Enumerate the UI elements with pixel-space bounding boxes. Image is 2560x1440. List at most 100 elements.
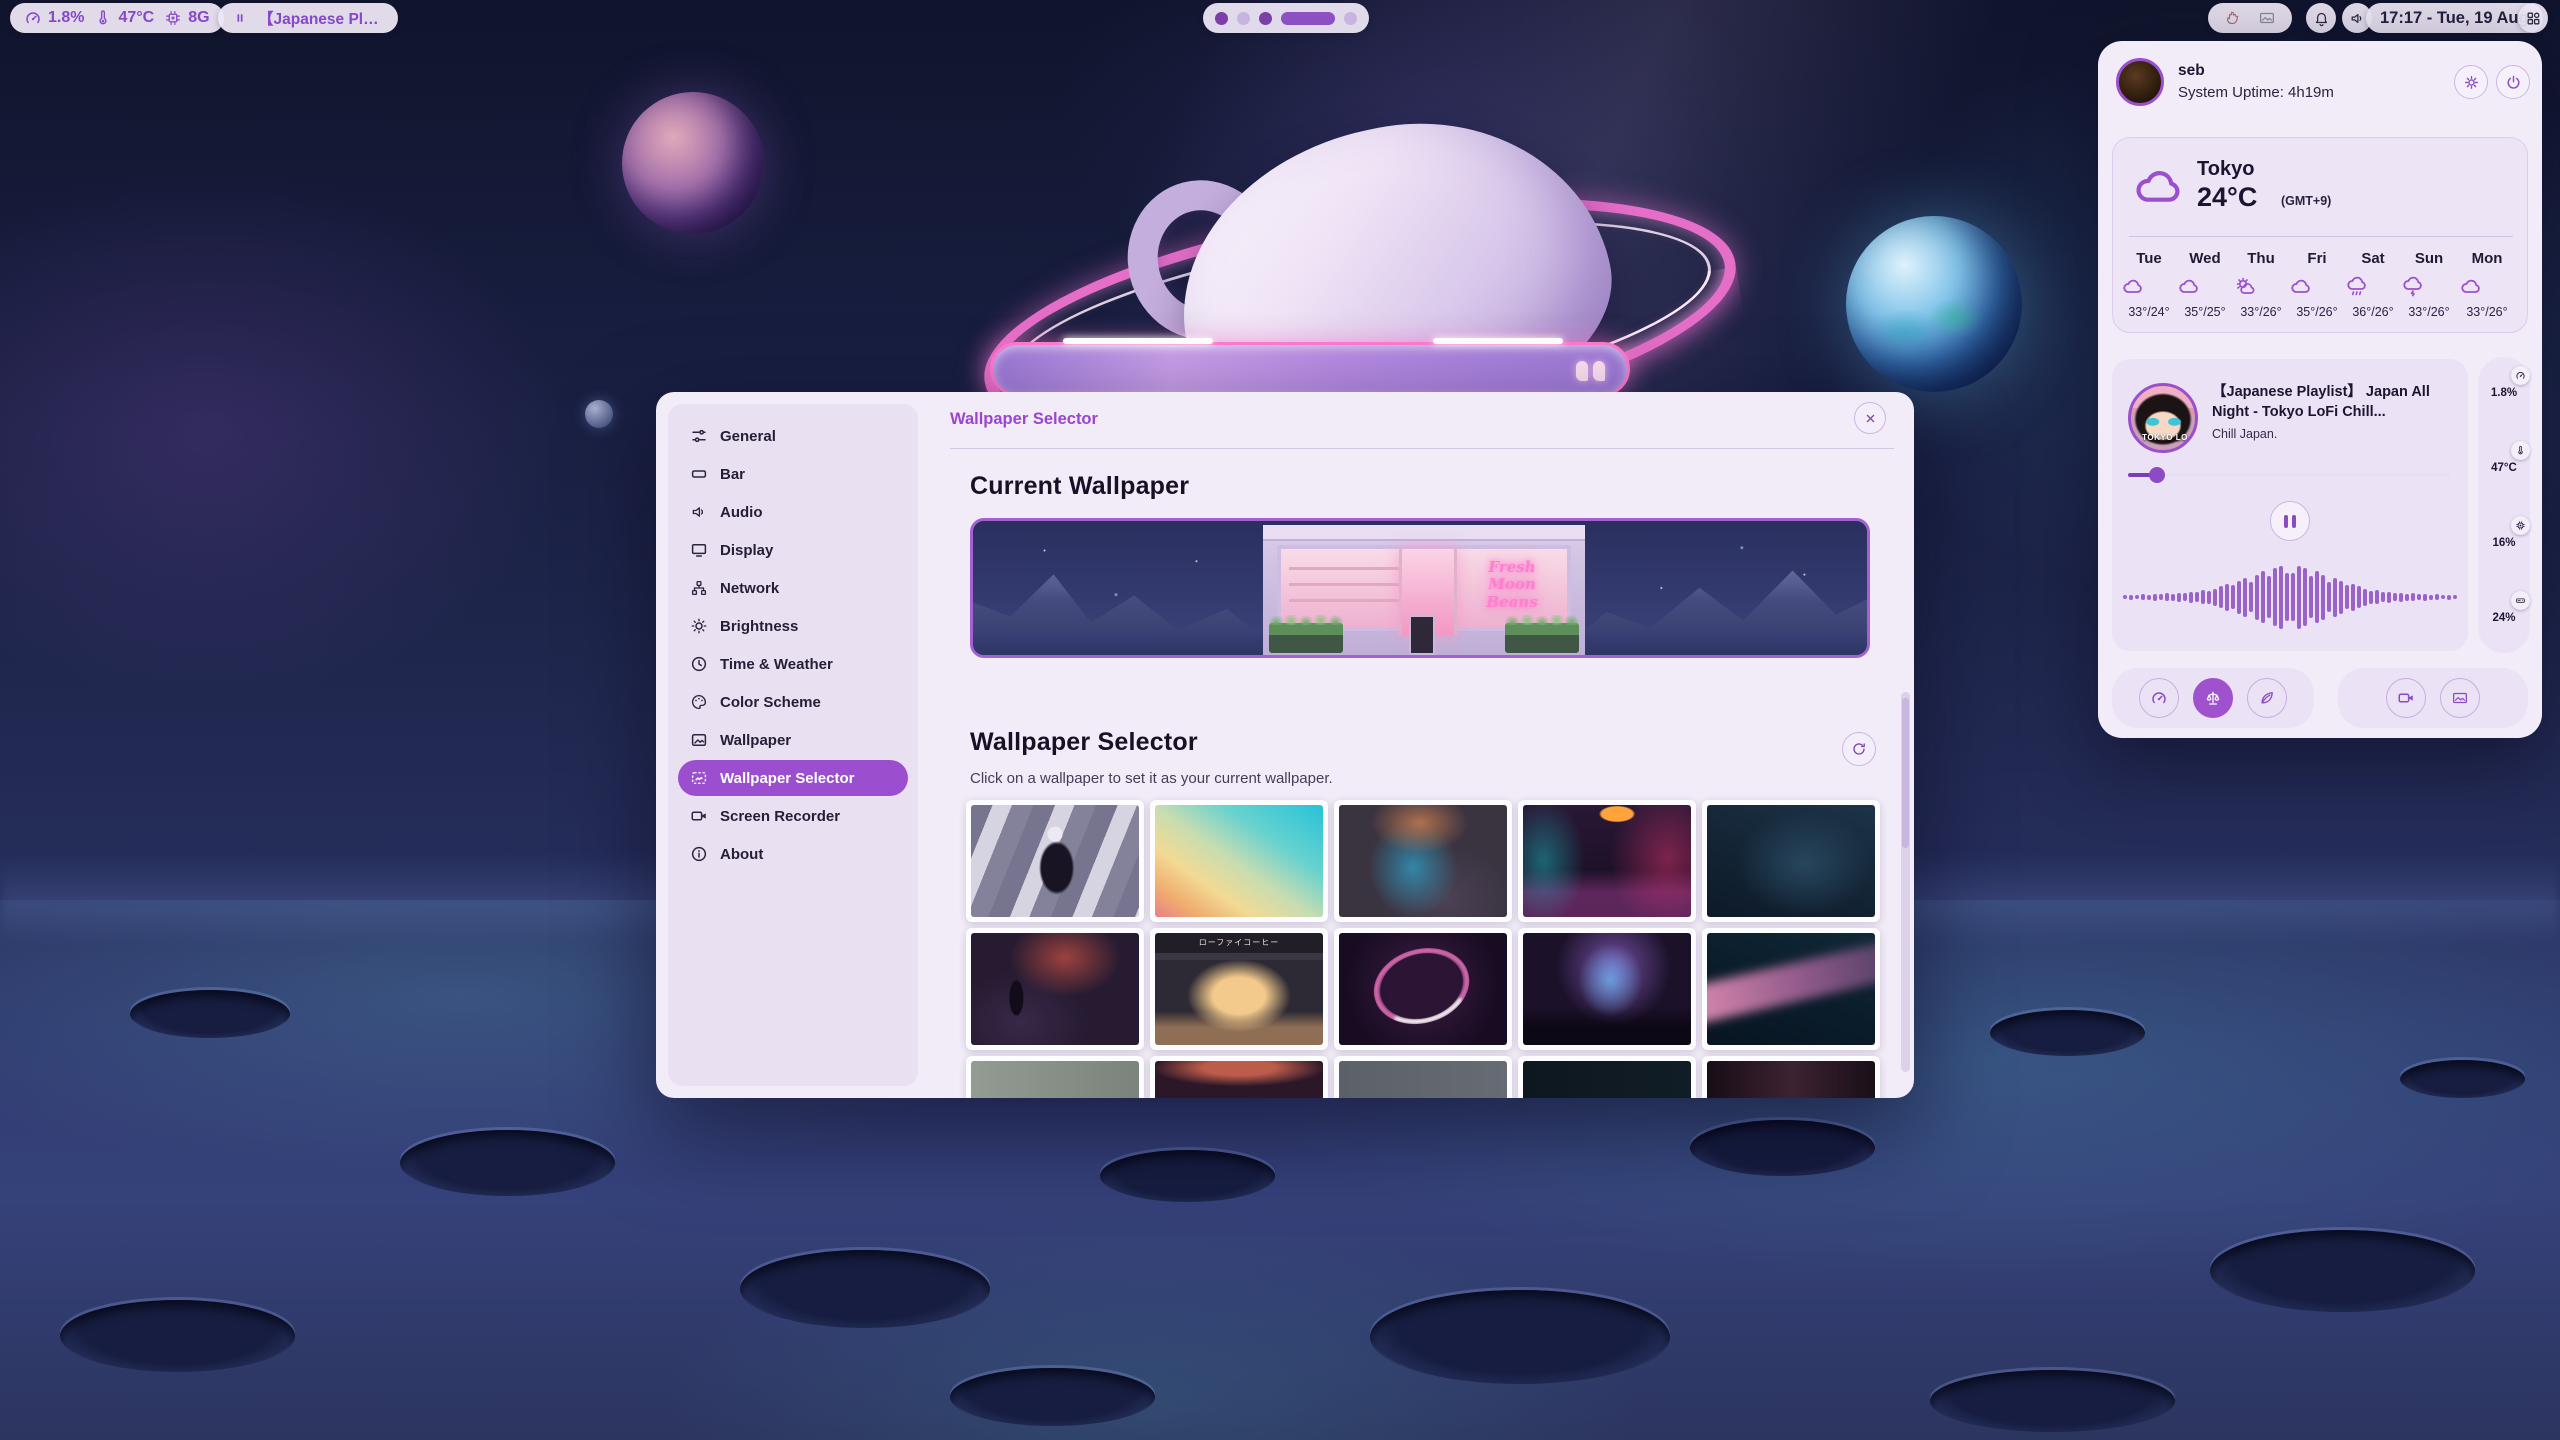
sidebar-item-label: General [720, 428, 776, 445]
sidebar-item-display[interactable]: Display [678, 532, 908, 568]
selector-subtitle: Click on a wallpaper to set it as your c… [970, 770, 1333, 787]
cafe-header [1263, 525, 1585, 541]
temperature-stat: 47°C [94, 9, 154, 27]
track-title: 【Japanese Playlist】 Japan All Night - To… [2212, 383, 2456, 422]
power-saver-profile-button[interactable] [2247, 678, 2287, 718]
seek-slider[interactable] [2128, 473, 2450, 477]
sidebar-item-wallpaper[interactable]: Wallpaper [678, 722, 908, 758]
settings-button[interactable] [2454, 65, 2488, 99]
performance-profile-button[interactable] [2139, 678, 2179, 718]
sidebar-item-about[interactable]: About [678, 836, 908, 872]
cpu-usage-value: 1.8% [48, 9, 84, 27]
forecast-day: Tue33°/24° [2121, 250, 2177, 319]
neon-sign-frame [990, 342, 1630, 396]
sidebar-item-label: Bar [720, 466, 745, 483]
wallpaper-thumbnail-14[interactable] [1518, 1056, 1696, 1098]
temperature-value: 47°C [118, 9, 154, 27]
wallpaper-thumbnail-15[interactable] [1702, 1056, 1880, 1098]
sidebar-item-label: Color Scheme [720, 694, 821, 711]
wallpaper-thumbnail-5[interactable] [1702, 800, 1880, 922]
screenshot-button[interactable] [2440, 678, 2480, 718]
wallpaper-thumbnail-11[interactable] [966, 1056, 1144, 1098]
sidebar-item-label: Network [720, 580, 779, 597]
power-button[interactable] [2496, 65, 2530, 99]
thermometer-icon [2511, 441, 2530, 460]
cloud-icon [2121, 275, 2145, 299]
seek-thumb[interactable] [2149, 467, 2165, 483]
cloud-icon [2289, 275, 2313, 299]
recorder-icon [690, 807, 708, 825]
balanced-profile-button[interactable] [2193, 678, 2233, 718]
tray-app-icon[interactable] [2224, 9, 2242, 27]
scrollbar-thumb[interactable] [1902, 698, 1909, 848]
neon-sign-text: Fresh Moon Beans [1471, 559, 1553, 611]
tray-screenshot-icon[interactable] [2258, 9, 2276, 27]
sidebar-item-bar[interactable]: Bar [678, 456, 908, 492]
close-icon [1863, 411, 1878, 426]
wallpaper-thumbnail-7[interactable]: ローファイコーヒー [1150, 928, 1328, 1050]
weather-temperature: 24°C [2197, 182, 2257, 213]
side-panel: seb System Uptime: 4h19m Tokyo 24°C (GMT… [2098, 41, 2542, 738]
brightness-icon [690, 617, 708, 635]
audio-icon [690, 503, 708, 521]
sidebar-item-label: Wallpaper Selector [720, 770, 855, 787]
selector-heading: Wallpaper Selector [970, 728, 1198, 757]
wallpaper-thumbnail-8[interactable] [1334, 928, 1512, 1050]
memory-ring: 16% [2482, 521, 2526, 565]
wallpaper-thumbnail-3[interactable] [1334, 800, 1512, 922]
image-icon [690, 731, 708, 749]
wallpaper-thumbnail-12[interactable] [1150, 1056, 1328, 1098]
image-icon [2451, 689, 2469, 707]
forecast-day: Wed35°/25° [2177, 250, 2233, 319]
cloud-icon [2177, 275, 2201, 299]
sidebar-item-color-scheme[interactable]: Color Scheme [678, 684, 908, 720]
wallpaper-thumbnail-1[interactable] [966, 800, 1144, 922]
sidebar-item-label: Screen Recorder [720, 808, 840, 825]
sidebar-item-network[interactable]: Network [678, 570, 908, 606]
album-art: TOKYO LO [2128, 383, 2198, 453]
pause-icon [2284, 515, 2296, 528]
wallpaper-thumbnail-10[interactable] [1702, 928, 1880, 1050]
forecast-day: Thu33°/26° [2233, 250, 2289, 319]
cpu-usage-ring: 1.8% [2482, 371, 2526, 415]
quick-actions [2338, 668, 2528, 728]
wallpaper-thumbnail-4[interactable] [1518, 800, 1696, 922]
wallpaper-thumbnail-6[interactable] [966, 928, 1144, 1050]
weather-cloud-icon [2131, 160, 2187, 216]
disk-icon [2511, 591, 2530, 610]
play-pause-button[interactable] [2270, 501, 2310, 541]
sun-cloud-icon [2233, 275, 2257, 299]
sidebar-item-time-weather[interactable]: Time & Weather [678, 646, 908, 682]
small-moon [585, 400, 613, 428]
wallpaper-thumbnail-13[interactable] [1334, 1056, 1512, 1098]
notifications-button[interactable] [2306, 3, 2336, 33]
display-icon [690, 541, 708, 559]
sidebar-item-wallpaper-selector[interactable]: Wallpaper Selector [678, 760, 908, 796]
sidebar-item-audio[interactable]: Audio [678, 494, 908, 530]
media-pill[interactable]: 【Japanese Playlist】 J... [218, 3, 398, 33]
weather-city: Tokyo [2197, 158, 2254, 181]
sidebar-item-label: Display [720, 542, 773, 559]
sidebar-item-general[interactable]: General [678, 418, 908, 454]
power-icon [2505, 74, 2522, 91]
refresh-button[interactable] [1842, 732, 1876, 766]
dashboard-button[interactable] [2518, 3, 2548, 33]
wallpaper-thumbnail-2[interactable] [1150, 800, 1328, 922]
purple-planet [622, 92, 764, 234]
menu-board [1409, 615, 1435, 655]
wallpaper-thumbnail-9[interactable] [1518, 928, 1696, 1050]
clock-pill[interactable]: 17:17 - Tue, 19 Aug [2366, 3, 2543, 33]
sidebar-item-label: Audio [720, 504, 763, 521]
bar-icon [690, 465, 708, 483]
refresh-icon [1851, 741, 1867, 757]
sidebar-item-screen-recorder[interactable]: Screen Recorder [678, 798, 908, 834]
system-stats-pill[interactable]: 1.8% 47°C 8G [10, 3, 224, 33]
sidebar-item-brightness[interactable]: Brightness [678, 608, 908, 644]
workspaces[interactable] [1203, 3, 1369, 33]
current-wallpaper-preview: Fresh Moon Beans [970, 518, 1870, 658]
album-art-text: TOKYO LO [2133, 433, 2197, 442]
close-button[interactable] [1854, 402, 1886, 434]
system-tray-pill[interactable] [2208, 3, 2292, 33]
scrollbar[interactable] [1901, 692, 1910, 1072]
screen-record-button[interactable] [2386, 678, 2426, 718]
